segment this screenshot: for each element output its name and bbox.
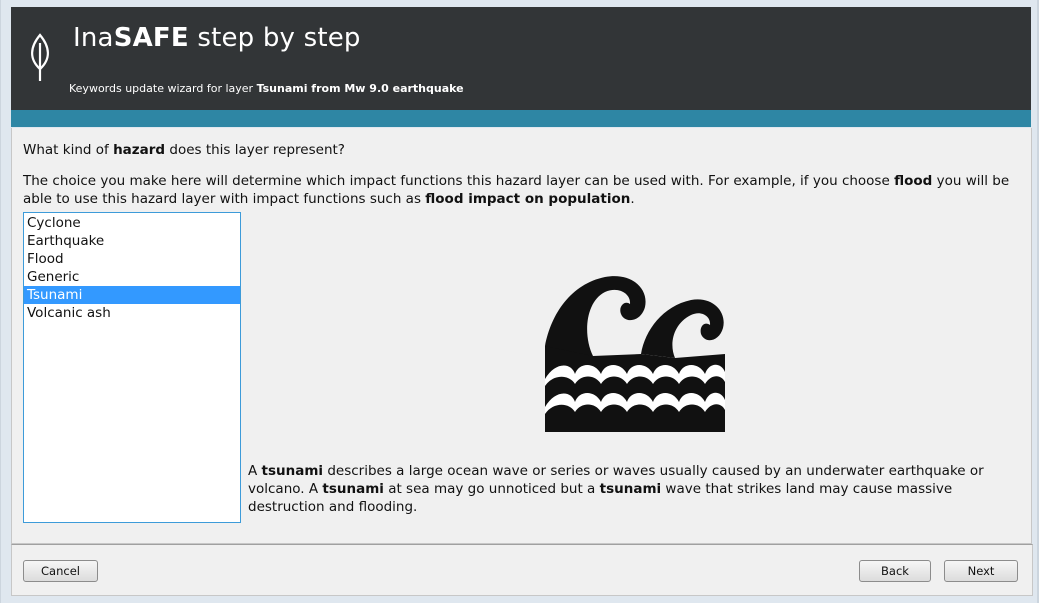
wizard-header: InaSAFE step by step Keywords update wiz… bbox=[11, 7, 1031, 110]
hazard-choice-description: The choice you make here will determine … bbox=[23, 173, 1010, 207]
hazard-list-item[interactable]: Cyclone bbox=[24, 214, 240, 232]
hazard-description: A tsunami describes a large ocean wave o… bbox=[248, 463, 984, 515]
hazard-list-item[interactable]: Tsunami bbox=[24, 286, 240, 304]
next-button[interactable]: Next bbox=[944, 560, 1018, 582]
inasafe-logo-icon bbox=[31, 33, 49, 81]
accent-bar bbox=[11, 110, 1031, 127]
tsunami-waves-icon bbox=[545, 276, 725, 432]
hazard-list-item[interactable]: Flood bbox=[24, 250, 240, 268]
back-button[interactable]: Back bbox=[859, 560, 931, 582]
cancel-button[interactable]: Cancel bbox=[23, 560, 98, 582]
hazard-question: What kind of hazard does this layer repr… bbox=[23, 142, 345, 158]
wizard-content: What kind of hazard does this layer repr… bbox=[11, 128, 1032, 544]
hazard-list-item[interactable]: Volcanic ash bbox=[24, 304, 240, 322]
wizard-footer: Cancel Back Next bbox=[11, 544, 1033, 596]
layer-name: Tsunami from Mw 9.0 earthquake bbox=[256, 82, 464, 95]
wizard-window: InaSAFE step by step Keywords update wiz… bbox=[1, 0, 1037, 603]
hazard-list-item[interactable]: Generic bbox=[24, 268, 240, 286]
wizard-subtitle: Keywords update wizard for layer Tsunami… bbox=[69, 82, 464, 95]
hazard-list[interactable]: Cyclone Earthquake Flood Generic Tsunami Volc… bbox=[23, 212, 241, 523]
hazard-list-item[interactable]: Earthquake bbox=[24, 232, 240, 250]
app-title: InaSAFE step by step bbox=[73, 23, 361, 53]
